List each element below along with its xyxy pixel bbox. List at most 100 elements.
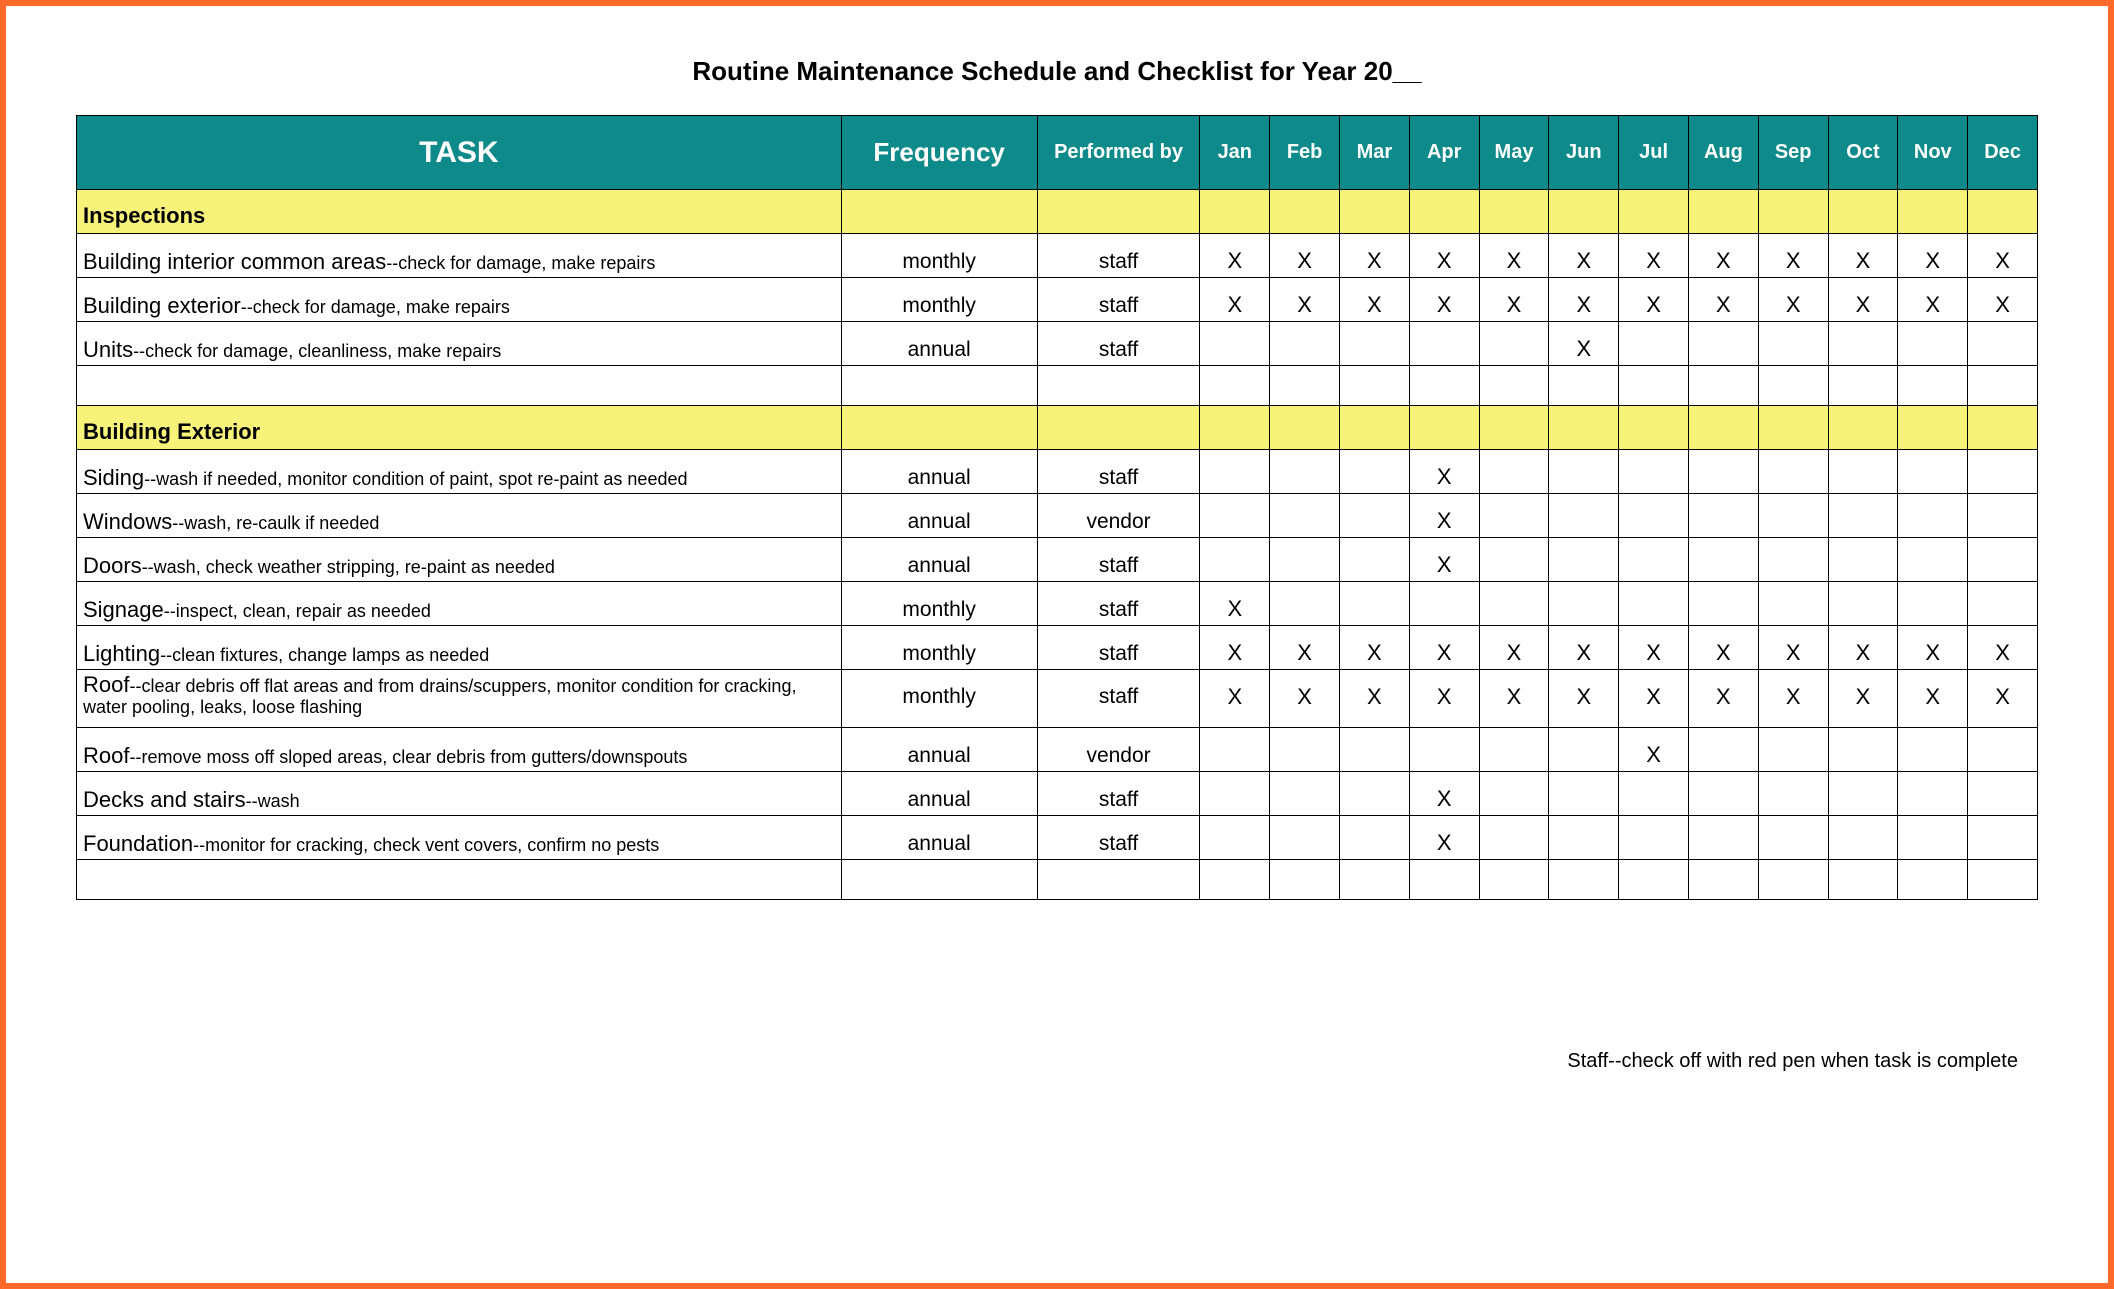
month-cell (1549, 728, 1619, 772)
task-cell: Units--check for damage, cleanliness, ma… (77, 322, 842, 366)
empty-cell (1549, 860, 1619, 900)
month-cell (1549, 772, 1619, 816)
section-blank (1968, 190, 2038, 234)
performed-by-cell: staff (1037, 626, 1200, 670)
document-frame: Routine Maintenance Schedule and Checkli… (0, 0, 2114, 1289)
frequency-cell: annual (841, 538, 1037, 582)
empty-cell (1758, 860, 1828, 900)
month-cell (1968, 322, 2038, 366)
frequency-cell: annual (841, 494, 1037, 538)
performed-by-cell: vendor (1037, 728, 1200, 772)
schedule-table: TASK Frequency Performed by Jan Feb Mar … (76, 115, 2038, 900)
month-cell: X (1409, 816, 1479, 860)
month-cell: X (1758, 234, 1828, 278)
month-cell (1968, 772, 2038, 816)
task-desc: --wash (246, 791, 300, 811)
month-cell (1200, 772, 1270, 816)
month-cell (1340, 450, 1410, 494)
month-cell (1409, 728, 1479, 772)
month-cell (1270, 816, 1340, 860)
month-cell: X (1898, 234, 1968, 278)
task-desc: --clear debris off flat areas and from d… (83, 676, 796, 717)
month-cell (1968, 450, 2038, 494)
task-desc: --check for damage, make repairs (241, 297, 510, 317)
month-cell: X (1688, 234, 1758, 278)
month-cell (1828, 322, 1898, 366)
empty-cell (1549, 366, 1619, 406)
section-blank (1409, 190, 1479, 234)
empty-cell (1037, 860, 1200, 900)
month-cell (1688, 728, 1758, 772)
month-cell: X (1968, 278, 2038, 322)
section-blank (1270, 406, 1340, 450)
empty-cell (1409, 860, 1479, 900)
month-cell: X (1409, 450, 1479, 494)
month-cell (1619, 450, 1689, 494)
section-blank (1758, 190, 1828, 234)
month-cell: X (1340, 278, 1410, 322)
month-cell (1688, 494, 1758, 538)
month-cell: X (1549, 322, 1619, 366)
section-blank (1270, 190, 1340, 234)
month-cell (1968, 816, 2038, 860)
header-month: Sep (1758, 116, 1828, 190)
month-cell (1479, 538, 1549, 582)
table-row: Building exterior--check for damage, mak… (77, 278, 2038, 322)
month-cell (1898, 582, 1968, 626)
section-blank (1898, 190, 1968, 234)
empty-cell (1688, 860, 1758, 900)
month-cell: X (1340, 234, 1410, 278)
month-cell: X (1549, 670, 1619, 728)
month-cell (1898, 538, 1968, 582)
header-month: Mar (1340, 116, 1410, 190)
task-cell: Building interior common areas--check fo… (77, 234, 842, 278)
month-cell (1200, 538, 1270, 582)
month-cell (1758, 772, 1828, 816)
month-cell (1479, 816, 1549, 860)
task-cell: Siding--wash if needed, monitor conditio… (77, 450, 842, 494)
month-cell (1479, 322, 1549, 366)
section-blank (1409, 406, 1479, 450)
table-row: Signage--inspect, clean, repair as neede… (77, 582, 2038, 626)
section-blank (1968, 406, 2038, 450)
empty-cell (1758, 366, 1828, 406)
empty-cell (1968, 860, 2038, 900)
task-main: Lighting (83, 641, 160, 666)
month-cell (1340, 582, 1410, 626)
month-cell (1200, 450, 1270, 494)
month-cell: X (1898, 626, 1968, 670)
month-cell (1968, 538, 2038, 582)
month-cell (1270, 772, 1340, 816)
month-cell: X (1270, 278, 1340, 322)
month-cell (1688, 816, 1758, 860)
month-cell: X (1758, 670, 1828, 728)
month-cell (1619, 772, 1689, 816)
month-cell (1758, 728, 1828, 772)
month-cell (1270, 538, 1340, 582)
task-cell: Signage--inspect, clean, repair as neede… (77, 582, 842, 626)
frequency-cell: monthly (841, 670, 1037, 728)
performed-by-cell: staff (1037, 234, 1200, 278)
empty-cell (1619, 366, 1689, 406)
month-cell: X (1479, 670, 1549, 728)
performed-by-cell: staff (1037, 538, 1200, 582)
task-cell: Roof--clear debris off flat areas and fr… (77, 670, 842, 728)
month-cell (1340, 772, 1410, 816)
month-cell: X (1409, 278, 1479, 322)
table-header: TASK Frequency Performed by Jan Feb Mar … (77, 116, 2038, 190)
frequency-cell: annual (841, 728, 1037, 772)
month-cell (1200, 816, 1270, 860)
performed-by-cell: staff (1037, 450, 1200, 494)
task-main: Windows (83, 509, 172, 534)
month-cell (1479, 450, 1549, 494)
month-cell (1479, 772, 1549, 816)
month-cell (1200, 494, 1270, 538)
month-cell (1549, 582, 1619, 626)
month-cell (1758, 538, 1828, 582)
month-cell (1828, 728, 1898, 772)
month-cell (1270, 494, 1340, 538)
empty-cell (1968, 366, 2038, 406)
month-cell (1758, 582, 1828, 626)
month-cell (1898, 772, 1968, 816)
month-cell (1758, 494, 1828, 538)
